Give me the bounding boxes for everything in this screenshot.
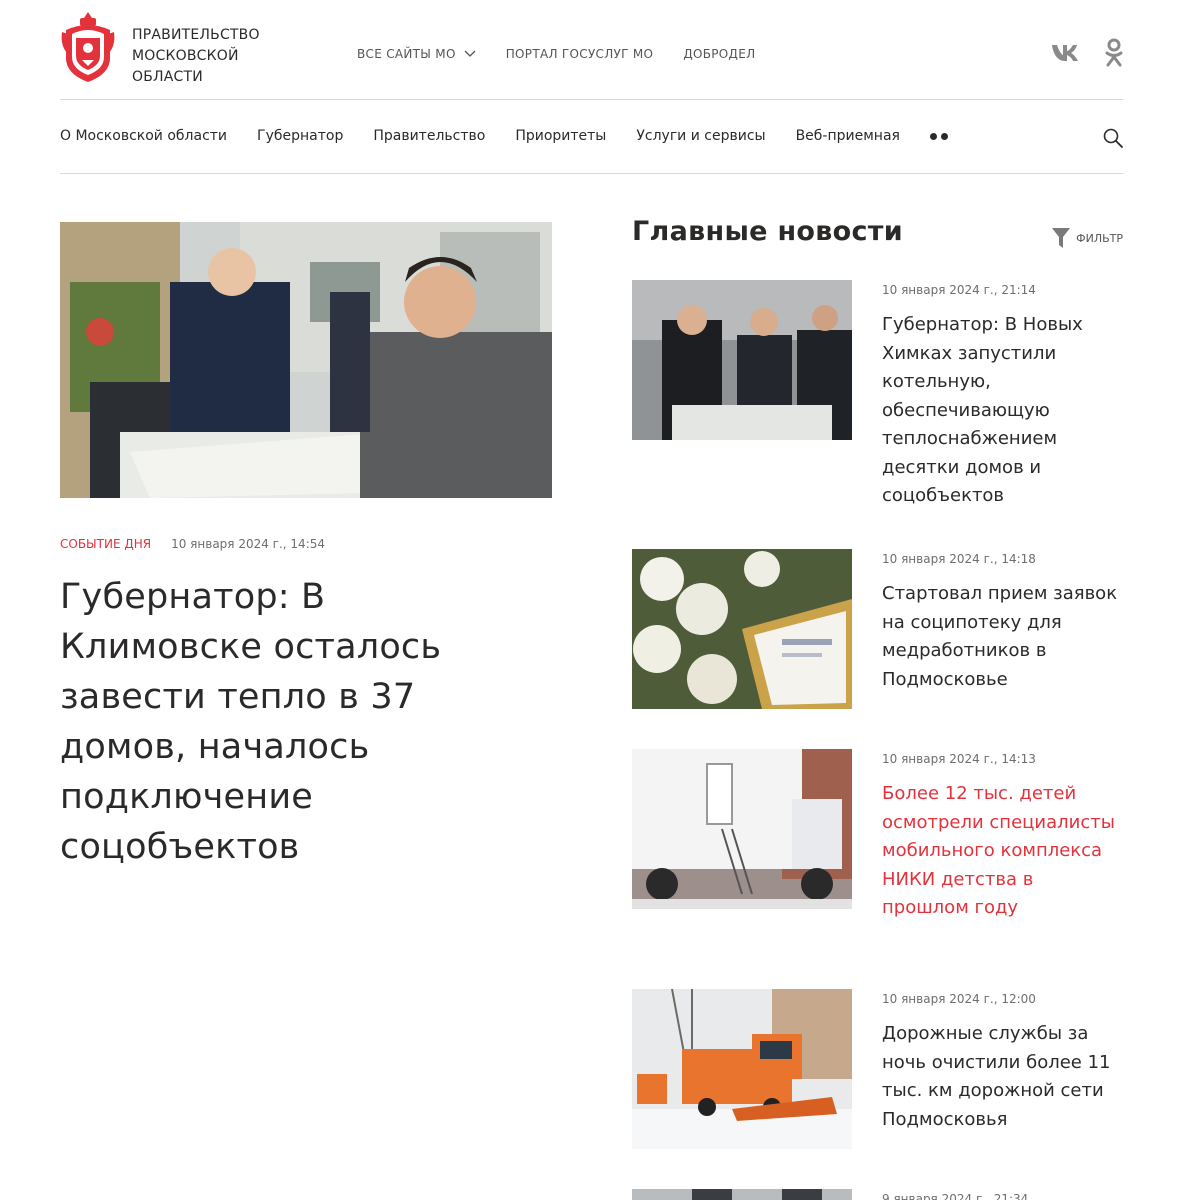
news-item[interactable]: 9 января 2024 г., 21:34 [632, 1189, 1123, 1200]
news-date: 10 января 2024 г., 12:00 [882, 992, 1036, 1006]
social-links [1051, 38, 1123, 68]
nav-item-priorities[interactable]: Приоритеты [515, 128, 606, 145]
news-item[interactable]: 10 января 2024 г., 14:13 Более 12 тыс. д… [632, 749, 1123, 969]
vk-icon[interactable] [1051, 43, 1083, 63]
site-header: ПРАВИТЕЛЬСТВО МОСКОВСКОЙ ОБЛАСТИ ВСЕ САЙ… [60, 0, 1123, 100]
news-item[interactable]: 10 января 2024 г., 21:14 Губернатор: В Н… [632, 280, 1123, 520]
brand-line-3: ОБЛАСТИ [132, 69, 203, 85]
news-thumbnail[interactable] [632, 549, 852, 709]
funnel-icon [1052, 228, 1071, 248]
filter-button[interactable]: ФИЛЬТР [1052, 228, 1123, 248]
brand-line-1: ПРАВИТЕЛЬСТВО [132, 27, 260, 43]
featured-meta: СОБЫТИЕ ДНЯ 10 января 2024 г., 14:54 [60, 537, 325, 551]
dobrodel-link[interactable]: ДОБРОДЕЛ [683, 47, 755, 61]
nav-item-governor[interactable]: Губернатор [257, 128, 343, 145]
top-links: ВСЕ САЙТЫ МО ПОРТАЛ ГОСУСЛУГ МО ДОБРОДЕЛ [357, 47, 755, 61]
news-thumbnail[interactable] [632, 749, 852, 909]
news-item[interactable]: 10 января 2024 г., 12:00 Дорожные службы… [632, 989, 1123, 1169]
news-heading: Главные новости [632, 216, 903, 247]
brand-name[interactable]: ПРАВИТЕЛЬСТВО МОСКОВСКОЙ ОБЛАСТИ [132, 25, 260, 88]
all-sites-label: ВСЕ САЙТЫ МО [357, 47, 456, 61]
odnoklassniki-icon[interactable] [1105, 38, 1123, 68]
news-title[interactable]: Дорожные службы за ночь очистили более 1… [882, 1020, 1122, 1134]
news-title[interactable]: Стартовал прием заявок на соципотеку для… [882, 580, 1122, 694]
gosuslugi-link[interactable]: ПОРТАЛ ГОСУСЛУГ МО [506, 47, 654, 61]
nav-item-government[interactable]: Правительство [373, 128, 485, 145]
filter-label: ФИЛЬТР [1076, 231, 1123, 245]
nav-item-about[interactable]: О Московской области [60, 128, 227, 145]
news-title[interactable]: Более 12 тыс. детей осмотрели специалист… [882, 780, 1122, 923]
search-icon[interactable] [1103, 128, 1123, 148]
coat-of-arms-icon[interactable] [60, 10, 116, 84]
nav-item-services[interactable]: Услуги и сервисы [636, 128, 765, 145]
news-title[interactable]: Губернатор: В Новых Химках запустили кот… [882, 311, 1122, 511]
all-sites-dropdown[interactable]: ВСЕ САЙТЫ МО [357, 47, 476, 61]
news-item[interactable]: 10 января 2024 г., 14:18 Стартовал прием… [632, 549, 1123, 729]
main-nav: О Московской области Губернатор Правител… [60, 100, 1123, 174]
news-date: 10 января 2024 г., 21:14 [882, 283, 1036, 297]
news-thumbnail[interactable] [632, 1189, 852, 1200]
more-dots-icon[interactable] [929, 128, 948, 145]
featured-photo[interactable] [60, 222, 552, 498]
nav-item-web-reception[interactable]: Веб-приемная [796, 128, 900, 145]
featured-tag[interactable]: СОБЫТИЕ ДНЯ [60, 537, 151, 551]
featured-title[interactable]: Губернатор: В Климовске осталось завести… [60, 572, 530, 872]
news-date: 10 января 2024 г., 14:13 [882, 752, 1036, 766]
news-thumbnail[interactable] [632, 989, 852, 1149]
news-date: 10 января 2024 г., 14:18 [882, 552, 1036, 566]
featured-date: 10 января 2024 г., 14:54 [171, 537, 326, 551]
news-date: 9 января 2024 г., 21:34 [882, 1192, 1029, 1200]
news-thumbnail[interactable] [632, 280, 852, 440]
chevron-down-icon [464, 50, 476, 57]
brand-line-2: МОСКОВСКОЙ [132, 48, 239, 64]
